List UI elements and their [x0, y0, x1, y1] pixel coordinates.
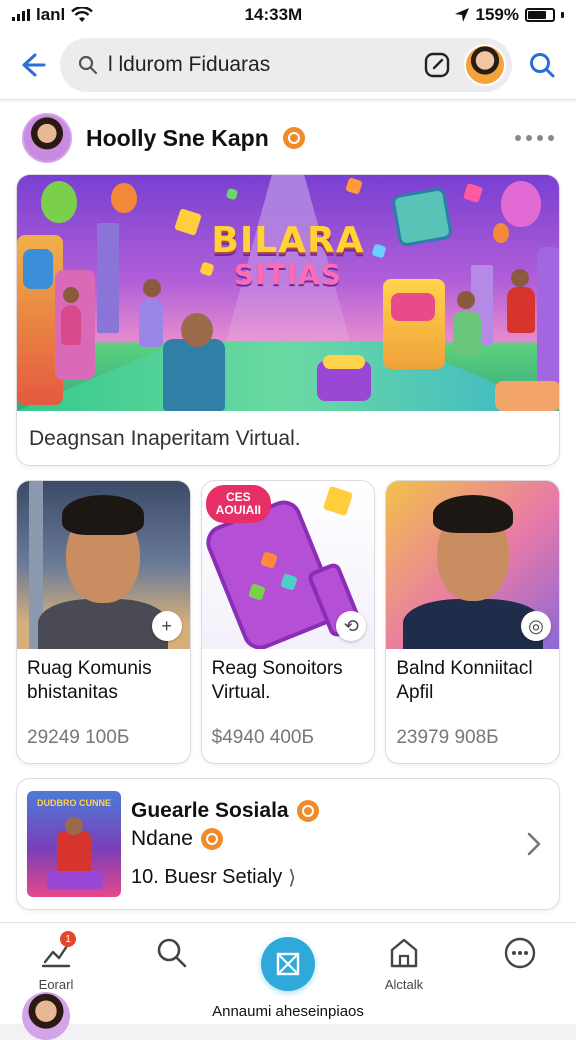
bottom-caption: Annaumi aheseinpiaos — [212, 1003, 364, 1020]
more-circle-icon — [500, 933, 540, 973]
nav-item-home[interactable]: 1 Eorarl — [20, 931, 92, 992]
group-meta: 10. Buesr Setialy — [131, 865, 283, 888]
nav-label: Eorarl — [38, 977, 74, 992]
nav-item-more[interactable] — [484, 933, 556, 973]
plus-badge-icon — [296, 799, 319, 822]
status-right: 159% — [454, 5, 564, 25]
edit-button[interactable] — [420, 48, 454, 82]
nav-label: Alctalk — [384, 977, 424, 992]
battery-tip — [560, 12, 564, 18]
card-image: CES AOUIAII ⟲ — [201, 481, 375, 649]
search-input[interactable]: l ldurom Fiduaras — [108, 53, 410, 77]
edit-icon — [424, 52, 450, 77]
battery-icon — [524, 8, 555, 22]
card-grid: + Ruag Komunis bhistanitas 29249 100Б CE… — [16, 480, 561, 764]
signal-icon — [12, 9, 30, 21]
profile-avatar[interactable] — [22, 113, 72, 163]
nav-item-search[interactable] — [136, 933, 208, 973]
group-title-row: Guearle Sosiala — [131, 799, 509, 823]
hero-image: BILARA SITIAS — [17, 175, 559, 411]
refresh-button[interactable]: ⟲ — [336, 611, 367, 641]
store-icon — [384, 933, 424, 973]
group-info: Guearle Sosiala Ndane 10. Buesr Setialy … — [131, 799, 509, 890]
promo-bubble-line2: AOUIAII — [215, 503, 262, 518]
target-button[interactable]: ◎ — [521, 611, 552, 641]
post-header: Hoolly Sne Kapn — [22, 110, 554, 166]
battery-percent: 159% — [475, 5, 519, 24]
status-bar: lanl 14:33M 159% — [0, 0, 576, 30]
back-arrow-icon — [22, 53, 46, 76]
card-image: + — [17, 481, 190, 649]
search-button[interactable] — [522, 45, 562, 85]
card-meta: $4940 400Б — [211, 727, 314, 748]
back-button[interactable] — [14, 47, 50, 83]
top-bar: l ldurom Fiduaras — [0, 30, 576, 100]
bottom-nav: 1 Eorarl Alctalk Annaumi aheseinpiaos — [0, 922, 576, 1040]
nav-row: 1 Eorarl Alctalk — [0, 923, 576, 999]
search-icon — [152, 933, 192, 973]
user-avatar[interactable] — [464, 43, 506, 86]
group-meta-row: 10. Buesr Setialy ⟩ — [131, 865, 509, 890]
grid-card[interactable]: ◎ Balnd Konniitacl Apfil 23979 908Б — [385, 480, 561, 764]
hero-card[interactable]: BILARA SITIAS Deagnsan Inaperitam Virtua… — [16, 174, 560, 466]
card-title: Reag Sonoitors Virtual. — [211, 658, 343, 703]
create-button[interactable] — [261, 937, 315, 991]
carrier-label: lanl — [36, 5, 66, 24]
profile-name[interactable]: Hoolly Sne Kapn — [86, 125, 269, 152]
card-title: Balnd Konniitacl Apfil — [396, 658, 533, 703]
more-options-button[interactable] — [515, 135, 554, 141]
nav-item-create[interactable] — [252, 933, 324, 991]
marketplace-icon — [276, 952, 300, 976]
wifi-icon — [71, 7, 94, 22]
card-title: Ruag Komunis bhistanitas — [27, 658, 152, 703]
status-left: lanl — [12, 5, 94, 25]
meta-suffix: ⟩ — [288, 866, 297, 889]
hero-caption: Deagnsan Inaperitam Virtual. — [29, 427, 301, 450]
promo-bubble-line1: CES — [226, 490, 251, 504]
verified-badge-icon — [282, 127, 305, 149]
card-meta: 29249 100Б — [27, 727, 130, 748]
notification-badge: 1 — [60, 931, 76, 947]
search-bar[interactable]: l ldurom Fiduaras — [60, 37, 512, 92]
search-icon — [530, 52, 555, 77]
group-thumbnail: DUDBRO CUNNE — [27, 791, 121, 897]
clock: 14:33M — [244, 5, 303, 24]
grid-card[interactable]: CES AOUIAII ⟲ Reag Sonoitors Virtual. $49… — [200, 480, 376, 764]
group-title: Guearle Sosiala — [131, 798, 289, 822]
chevron-right-icon[interactable] — [519, 831, 549, 857]
hero-logo: BILARA SITIAS — [211, 223, 364, 289]
promo-bubble: CES AOUIAII — [205, 485, 272, 524]
grid-card[interactable]: + Ruag Komunis bhistanitas 29249 100Б — [16, 480, 191, 764]
nav-item-store[interactable]: Alctalk — [368, 933, 440, 992]
group-subtitle-row: Ndane — [131, 827, 509, 851]
search-icon — [78, 55, 98, 74]
add-button[interactable]: + — [151, 611, 182, 641]
group-subtitle: Ndane — [131, 826, 193, 850]
location-arrow-icon — [454, 8, 469, 22]
group-list-item[interactable]: DUDBRO CUNNE Guearle Sosiala Ndane 10. B… — [16, 778, 560, 910]
card-image: ◎ — [386, 481, 560, 649]
plus-badge-icon — [200, 827, 223, 850]
hero-logo-line2: SITIAS — [234, 258, 342, 291]
thumbnail-label: DUDBRO CUNNE — [37, 798, 111, 808]
feed: Hoolly Sne Kapn BILARA SITIAS Deagnsan I… — [0, 102, 576, 922]
hero-logo-line1: BILARA — [211, 220, 365, 261]
card-meta: 23979 908Б — [396, 727, 499, 748]
